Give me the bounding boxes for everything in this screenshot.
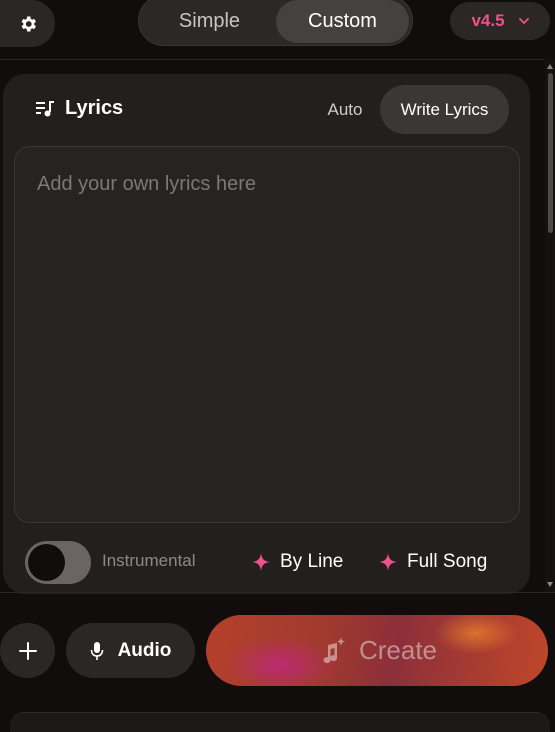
audio-label: Audio [117,639,172,661]
sparkle-icon [379,553,397,571]
mode-toggle: Simple Custom [138,0,413,46]
chevron-down-icon [518,17,529,24]
toggle-knob [28,544,65,581]
scroll-thumb[interactable] [548,73,553,233]
audio-button[interactable]: Audio [66,623,195,678]
scroll-down-arrow-icon[interactable] [547,582,553,587]
tab-write-lyrics[interactable]: Write Lyrics [380,85,509,134]
instrumental-label: Instrumental [102,551,196,570]
create-button[interactable]: Create [206,615,548,686]
lyrics-icon [36,101,54,117]
full-song-button[interactable]: Full Song [379,548,487,576]
full-song-label: Full Song [407,551,488,572]
footer-divider [0,592,555,593]
bottom-panel-edge [10,712,550,732]
scroll-up-arrow-icon[interactable] [547,64,553,69]
by-line-label: By Line [280,551,344,572]
header-divider [0,59,545,60]
sparkle-icon [252,553,270,571]
create-label: Create [358,635,438,665]
plus-icon [18,641,37,660]
gear-icon [21,16,36,31]
mode-simple-tab[interactable]: Simple [143,0,276,43]
add-button[interactable] [0,623,55,678]
version-selector[interactable]: v4.5 [450,2,550,40]
instrumental-toggle[interactable] [25,541,91,584]
music-sparkle-icon [323,636,346,663]
by-line-button[interactable]: By Line [252,548,343,576]
settings-button[interactable] [0,0,55,47]
tab-auto[interactable]: Auto [318,92,372,128]
version-label: v4.5 [471,11,505,30]
lyrics-title: Lyrics [65,97,124,119]
mode-custom-tab[interactable]: Custom [276,0,409,43]
lyrics-input[interactable] [14,146,520,523]
microphone-icon [90,641,103,660]
